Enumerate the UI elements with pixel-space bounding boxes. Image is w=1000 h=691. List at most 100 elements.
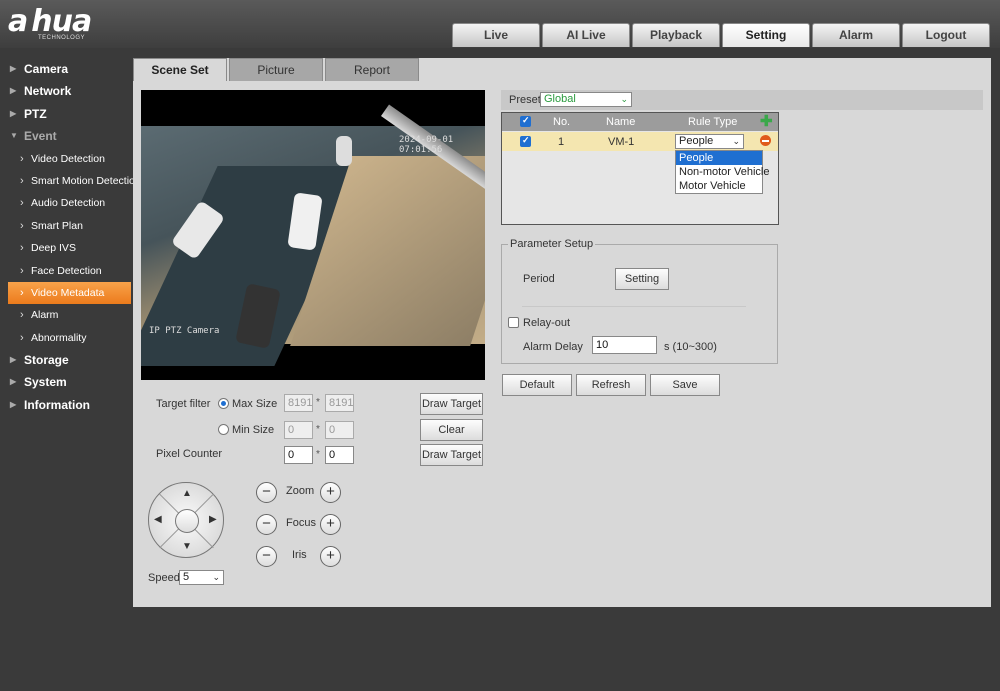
tab-ai-live[interactable]: AI Live <box>542 23 630 47</box>
ptz-direction-pad[interactable]: ▲ ▼ ◀ ▶ <box>148 482 224 558</box>
preset-select[interactable]: Global ⌄ <box>540 92 632 107</box>
rule-type-option-people[interactable]: People <box>676 151 762 165</box>
period-setting-button[interactable]: Setting <box>615 268 669 290</box>
rule-name: VM-1 <box>608 136 635 148</box>
relay-out-checkbox[interactable] <box>508 317 519 328</box>
chevron-right-icon: › <box>20 331 24 344</box>
divider <box>522 306 746 307</box>
chevron-right-icon: › <box>20 286 24 299</box>
rule-table-header: No. Name Rule Type ✚ <box>502 113 778 131</box>
iris-close-button[interactable]: − <box>256 546 277 567</box>
draw-target-button[interactable]: Draw Target <box>420 393 483 415</box>
chevron-right-icon: › <box>20 264 24 277</box>
pan-down-icon[interactable]: ▼ <box>182 541 192 552</box>
sidebar-subitem-label: Alarm <box>31 309 59 322</box>
default-button[interactable]: Default <box>502 374 572 396</box>
tab-picture[interactable]: Picture <box>229 58 323 81</box>
size-separator: * <box>316 397 320 408</box>
sidebar-subitem-smart-plan[interactable]: › Smart Plan <box>0 215 133 237</box>
ptz-center-button[interactable] <box>175 509 199 533</box>
sidebar-item-network[interactable]: ▶ Network <box>0 80 133 102</box>
sidebar: ▶ Camera ▶ Network ▶ PTZ ▼ Event › Video Dete… <box>0 58 141 416</box>
brand-logo-subtitle: TECHNOLOGY <box>38 35 86 41</box>
sidebar-subitem-smart-motion-detection[interactable]: › Smart Motion Detection <box>0 170 141 192</box>
sidebar-item-information[interactable]: ▶ Information <box>0 394 133 416</box>
pan-left-icon[interactable]: ◀ <box>154 514 162 525</box>
rule-type-option-motor-vehicle[interactable]: Motor Vehicle <box>676 179 762 193</box>
speed-select[interactable]: 5 ⌄ <box>179 570 224 585</box>
add-rule-icon[interactable]: ✚ <box>760 112 773 130</box>
video-preview[interactable]: 2024-09-01 07:01:56 IP PTZ Camera <box>141 90 485 380</box>
rule-type-select[interactable]: People ⌄ <box>675 134 744 149</box>
expand-arrow-icon: ▶ <box>10 355 17 365</box>
sidebar-subitem-deep-ivs[interactable]: › Deep IVS <box>0 237 133 259</box>
alarm-delay-input[interactable]: 10 <box>592 336 657 354</box>
pixel-counter-draw-target-button[interactable]: Draw Target <box>420 444 483 466</box>
sidebar-item-storage[interactable]: ▶ Storage <box>0 349 133 371</box>
min-size-radio[interactable] <box>218 424 229 435</box>
refresh-button[interactable]: Refresh <box>576 374 646 396</box>
sidebar-item-system[interactable]: ▶ System <box>0 371 133 393</box>
sidebar-subitem-video-detection[interactable]: › Video Detection <box>0 148 133 170</box>
parameter-setup-legend: Parameter Setup <box>508 238 596 250</box>
sidebar-subitem-label: Smart Plan <box>31 219 83 232</box>
zoom-label: Zoom <box>286 485 315 497</box>
sidebar-subitem-label: Smart Motion Detection <box>31 174 141 187</box>
sidebar-item-label: Camera <box>24 62 69 76</box>
focus-near-button[interactable]: − <box>256 514 277 535</box>
pixel-counter-height-input[interactable]: 0 <box>325 446 354 464</box>
sidebar-subitem-video-metadata[interactable]: › Video Metadata <box>8 281 131 305</box>
zoom-out-button[interactable]: − <box>256 482 277 503</box>
sidebar-subitem-label: Video Detection <box>31 152 105 165</box>
expand-arrow-icon: ▶ <box>10 108 17 118</box>
min-size-height-input[interactable]: 0 <box>325 421 354 439</box>
column-header-rule-type: Rule Type <box>688 116 738 128</box>
size-separator: * <box>316 424 320 435</box>
focus-far-button[interactable]: + <box>320 514 341 535</box>
camera-scene-image: 2024-09-01 07:01:56 IP PTZ Camera <box>141 104 485 366</box>
sidebar-subitem-face-detection[interactable]: › Face Detection <box>0 260 133 282</box>
sidebar-item-ptz[interactable]: ▶ PTZ <box>0 103 133 125</box>
max-size-height-input[interactable]: 8191 <box>325 394 354 412</box>
tab-alarm[interactable]: Alarm <box>812 23 900 47</box>
sidebar-item-camera[interactable]: ▶ Camera <box>0 58 133 80</box>
row-enable-checkbox[interactable] <box>520 135 531 147</box>
pan-up-icon[interactable]: ▲ <box>182 488 192 499</box>
alarm-delay-label: Alarm Delay <box>523 341 583 353</box>
preset-label: Preset <box>509 94 541 106</box>
min-size-width-input[interactable]: 0 <box>284 421 313 439</box>
tab-playback[interactable]: Playback <box>632 23 720 47</box>
tab-logout[interactable]: Logout <box>902 23 990 47</box>
select-all-checkbox[interactable] <box>520 115 531 127</box>
sidebar-item-label: PTZ <box>24 106 47 121</box>
max-size-label: Max Size <box>232 398 278 410</box>
iris-open-button[interactable]: + <box>320 546 341 567</box>
pan-right-icon[interactable]: ▶ <box>209 514 217 525</box>
tab-live[interactable]: Live <box>452 23 540 47</box>
table-row[interactable]: 1 VM-1 People ⌄ <box>502 132 778 151</box>
sidebar-item-label: Network <box>24 84 72 99</box>
save-button[interactable]: Save <box>650 374 720 396</box>
max-size-radio[interactable] <box>218 398 229 409</box>
max-size-width-input[interactable]: 8191 <box>284 394 313 412</box>
column-header-no: No. <box>553 116 571 128</box>
sidebar-subitem-alarm[interactable]: › Alarm <box>0 304 133 326</box>
tab-setting[interactable]: Setting <box>722 23 810 47</box>
chevron-down-icon: ⌄ <box>212 572 220 582</box>
tab-scene-set[interactable]: Scene Set <box>133 58 227 81</box>
preset-bar: Preset Global ⌄ <box>501 90 983 110</box>
sidebar-subitem-abnormality[interactable]: › Abnormality <box>0 327 133 349</box>
column-header-name: Name <box>606 116 636 128</box>
sidebar-item-event[interactable]: ▼ Event <box>0 125 133 147</box>
pixel-counter-width-input[interactable]: 0 <box>284 446 313 464</box>
speed-value: 5 <box>183 571 190 583</box>
iris-label: Iris <box>292 549 307 561</box>
zoom-in-button[interactable]: + <box>320 482 341 503</box>
sidebar-subitem-audio-detection[interactable]: › Audio Detection <box>0 192 133 214</box>
rule-type-option-non-motor-vehicle[interactable]: Non-motor Vehicle <box>676 165 770 179</box>
expand-arrow-icon: ▶ <box>10 377 17 387</box>
tab-report[interactable]: Report <box>325 58 419 81</box>
clear-button[interactable]: Clear <box>420 419 483 441</box>
sidebar-subitem-label: Abnormality <box>31 331 87 344</box>
delete-rule-icon[interactable] <box>760 135 771 146</box>
